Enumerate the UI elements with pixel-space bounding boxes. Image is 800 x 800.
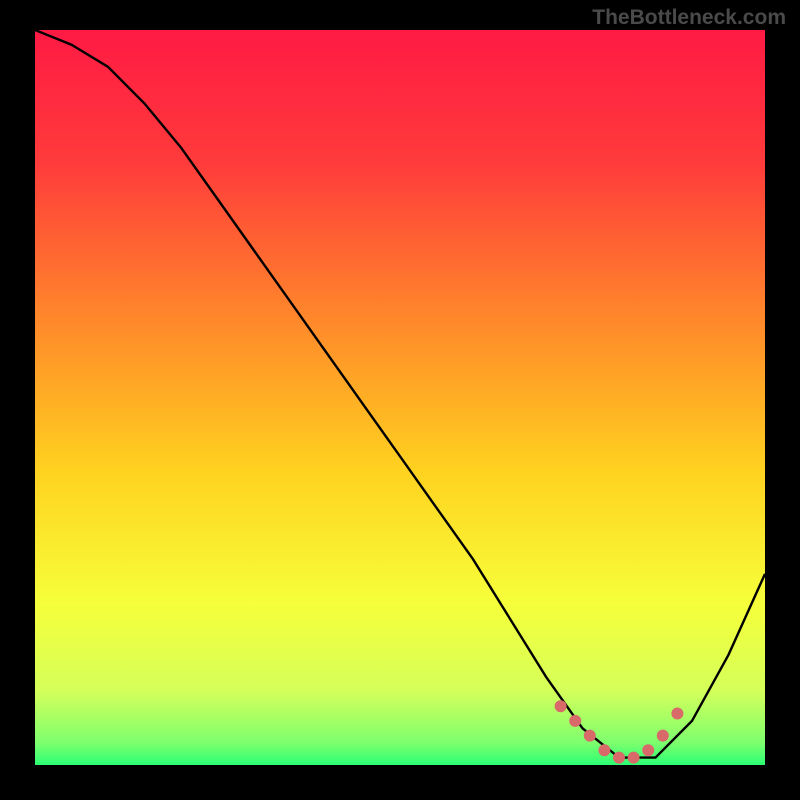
optimal-marker bbox=[671, 708, 683, 720]
chart-background-gradient bbox=[35, 30, 765, 765]
optimal-marker bbox=[555, 700, 567, 712]
optimal-marker bbox=[642, 744, 654, 756]
chart-plot-area bbox=[35, 30, 765, 765]
optimal-marker bbox=[628, 752, 640, 764]
optimal-marker bbox=[657, 730, 669, 742]
optimal-marker bbox=[569, 715, 581, 727]
optimal-marker bbox=[598, 744, 610, 756]
optimal-marker bbox=[613, 752, 625, 764]
optimal-marker bbox=[584, 730, 596, 742]
watermark-text: TheBottleneck.com bbox=[592, 6, 786, 30]
bottleneck-chart bbox=[35, 30, 765, 765]
